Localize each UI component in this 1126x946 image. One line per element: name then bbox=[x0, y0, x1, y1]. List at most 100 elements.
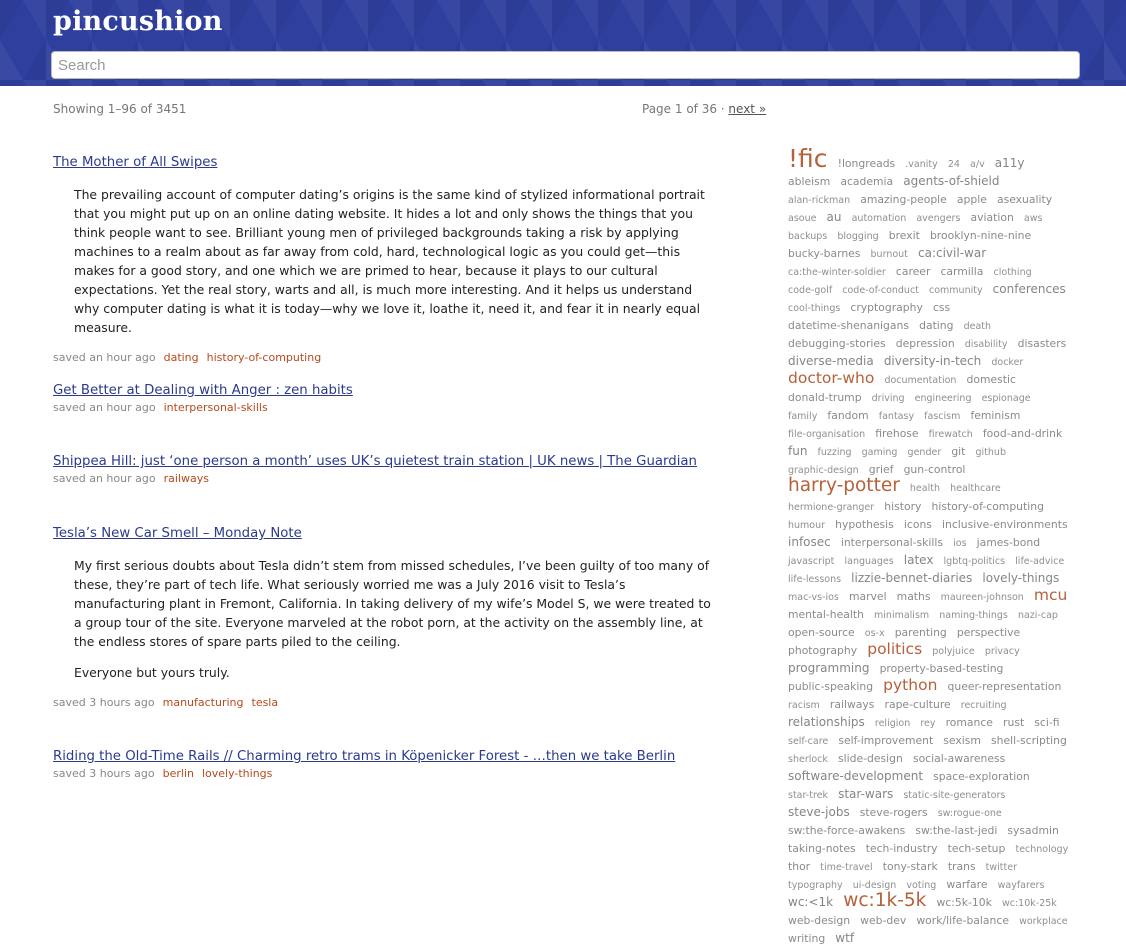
tag-link[interactable]: dating bbox=[164, 351, 199, 364]
tag-cloud-item[interactable]: fuzzing bbox=[818, 448, 852, 458]
tag-cloud-item[interactable]: slide-design bbox=[838, 753, 903, 765]
tag-cloud-item[interactable]: diverse-media bbox=[788, 355, 874, 367]
tag-cloud-item[interactable]: web-design bbox=[788, 915, 850, 927]
tag-cloud-item[interactable]: voting bbox=[906, 880, 936, 891]
tag-cloud-item[interactable]: a/v bbox=[970, 160, 985, 170]
tag-cloud-item[interactable]: datetime-shenanigans bbox=[788, 320, 909, 332]
tag-cloud-item[interactable]: lovely-things bbox=[982, 572, 1059, 584]
tag-cloud-item[interactable]: wtf bbox=[835, 932, 854, 944]
tag-cloud-item[interactable]: css bbox=[933, 302, 950, 314]
tag-cloud-item[interactable]: career bbox=[896, 266, 930, 278]
tag-cloud-item[interactable]: languages bbox=[844, 556, 893, 567]
tag-link[interactable]: railways bbox=[164, 472, 209, 485]
tag-cloud-item[interactable]: mac-vs-ios bbox=[788, 592, 839, 603]
tag-cloud-item[interactable]: death bbox=[964, 322, 991, 332]
tag-cloud-item[interactable]: backups bbox=[788, 232, 827, 242]
tag-cloud-item[interactable]: dating bbox=[919, 320, 953, 332]
tag-cloud-item[interactable]: marvel bbox=[849, 591, 887, 603]
tag-cloud-item[interactable]: hypothesis bbox=[835, 519, 894, 531]
tag-cloud-item[interactable]: brexit bbox=[889, 230, 920, 242]
tag-cloud-item[interactable]: technology bbox=[1015, 844, 1068, 855]
tag-cloud-item[interactable]: wc:5k-10k bbox=[936, 897, 991, 909]
tag-cloud-item[interactable]: warfare bbox=[946, 879, 987, 891]
tag-cloud-item[interactable]: photography bbox=[788, 645, 857, 657]
tag-cloud-item[interactable]: driving bbox=[872, 394, 905, 404]
tag-cloud-item[interactable]: sexism bbox=[943, 735, 981, 747]
tag-cloud-item[interactable]: star-trek bbox=[788, 790, 828, 801]
tag-cloud-item[interactable]: doctor-who bbox=[788, 370, 874, 387]
tag-cloud-item[interactable]: time-travel bbox=[820, 862, 872, 873]
tag-cloud-item[interactable]: icons bbox=[904, 519, 932, 531]
bookmark-title-link[interactable]: Tesla’s New Car Smell – Monday Note bbox=[53, 526, 713, 541]
tag-cloud-item[interactable]: asexuality bbox=[997, 194, 1052, 206]
tag-cloud-item[interactable]: os-x bbox=[865, 628, 885, 639]
tag-cloud-item[interactable]: fandom bbox=[827, 410, 868, 422]
tag-link[interactable]: tesla bbox=[252, 696, 279, 709]
tag-cloud-item[interactable]: social-awareness bbox=[913, 753, 1005, 765]
tag-cloud-item[interactable]: alan-rickman bbox=[788, 196, 850, 206]
tag-link[interactable]: interpersonal-skills bbox=[164, 401, 268, 414]
tag-cloud-item[interactable]: rey bbox=[920, 718, 935, 729]
tag-cloud-item[interactable]: wc:1k-5k bbox=[843, 891, 926, 911]
tag-cloud-item[interactable]: aws bbox=[1024, 214, 1043, 224]
tag-cloud-item[interactable]: religion bbox=[875, 718, 910, 729]
tag-cloud-item[interactable]: fascism bbox=[924, 412, 960, 422]
tag-cloud-item[interactable]: automation bbox=[852, 214, 907, 224]
tag-cloud-item[interactable]: programming bbox=[788, 662, 869, 674]
tag-cloud-item[interactable]: ableism bbox=[788, 176, 830, 188]
tag-cloud-item[interactable]: asoue bbox=[788, 214, 816, 224]
tag-cloud-item[interactable]: clothing bbox=[994, 268, 1032, 278]
tag-cloud-item[interactable]: ios bbox=[953, 538, 966, 549]
tag-cloud-item[interactable]: firewatch bbox=[929, 430, 973, 440]
tag-cloud-item[interactable]: wc:<1k bbox=[788, 896, 833, 908]
tag-cloud-item[interactable]: sysadmin bbox=[1007, 825, 1058, 837]
tag-cloud-item[interactable]: domestic bbox=[967, 374, 1016, 386]
tag-cloud-item[interactable]: au bbox=[827, 211, 842, 223]
tag-cloud-item[interactable]: hermione-granger bbox=[788, 502, 874, 513]
tag-cloud-item[interactable]: donald-trump bbox=[788, 392, 862, 404]
tag-cloud-item[interactable]: javascript bbox=[788, 556, 834, 567]
tag-cloud-item[interactable]: politics bbox=[867, 641, 922, 658]
bookmark-title-link[interactable]: Get Better at Dealing with Anger : zen h… bbox=[53, 383, 713, 398]
tag-cloud-item[interactable]: carmilla bbox=[940, 266, 983, 278]
tag-cloud-item[interactable]: depression bbox=[896, 338, 955, 350]
tag-cloud-item[interactable]: tech-industry bbox=[866, 843, 938, 855]
tag-cloud-item[interactable]: rust bbox=[1003, 717, 1024, 729]
bookmark-title-link[interactable]: The Mother of All Swipes bbox=[53, 155, 713, 170]
tag-cloud-item[interactable]: maureen-johnson bbox=[941, 592, 1024, 603]
tag-cloud-item[interactable]: fun bbox=[788, 445, 807, 457]
tag-cloud-item[interactable]: james-bond bbox=[977, 537, 1040, 549]
tag-cloud-item[interactable]: food-and-drink bbox=[983, 428, 1062, 440]
tag-cloud-item[interactable]: harry-potter bbox=[788, 476, 900, 496]
tag-link[interactable]: berlin bbox=[163, 767, 194, 780]
tag-cloud-item[interactable]: debugging-stories bbox=[788, 338, 886, 350]
tag-cloud-item[interactable]: railways bbox=[830, 699, 875, 711]
site-logo[interactable]: pincushion bbox=[53, 6, 223, 37]
tag-cloud-item[interactable]: trans bbox=[948, 861, 976, 873]
tag-cloud-item[interactable]: workplace bbox=[1019, 917, 1068, 927]
tag-cloud-item[interactable]: static-site-generators bbox=[903, 790, 1005, 801]
tag-cloud-item[interactable]: space-exploration bbox=[933, 771, 1030, 783]
tag-cloud-item[interactable]: cool-things bbox=[788, 304, 840, 314]
tag-cloud-item[interactable]: conferences bbox=[993, 283, 1066, 295]
tag-cloud-item[interactable]: sci-fi bbox=[1034, 717, 1059, 729]
tag-cloud-item[interactable]: taking-notes bbox=[788, 843, 856, 855]
tag-cloud-item[interactable]: wayfarers bbox=[998, 880, 1045, 891]
tag-cloud-item[interactable]: steve-rogers bbox=[860, 807, 928, 819]
tag-cloud-item[interactable]: tech-setup bbox=[948, 843, 1006, 855]
search-input[interactable] bbox=[51, 51, 1080, 79]
tag-cloud-item[interactable]: ca:civil-war bbox=[918, 247, 986, 259]
tag-cloud-item[interactable]: academia bbox=[840, 176, 893, 188]
tag-cloud-item[interactable]: a11y bbox=[995, 157, 1025, 169]
tag-cloud-item[interactable]: brooklyn-nine-nine bbox=[930, 230, 1031, 242]
tag-cloud-item[interactable]: amazing-people bbox=[860, 194, 947, 206]
tag-cloud-item[interactable]: maths bbox=[897, 591, 931, 603]
tag-cloud-item[interactable]: espionage bbox=[982, 394, 1031, 404]
tag-cloud-item[interactable]: recruiting bbox=[961, 700, 1007, 711]
tag-cloud-item[interactable]: bucky-barnes bbox=[788, 248, 860, 260]
tag-cloud-item[interactable]: history bbox=[884, 501, 921, 513]
tag-cloud-item[interactable]: documentation bbox=[884, 376, 956, 386]
tag-cloud-item[interactable]: privacy bbox=[985, 646, 1020, 657]
tag-cloud-item[interactable]: work/life-balance bbox=[916, 915, 1009, 927]
tag-cloud-item[interactable]: health bbox=[910, 484, 940, 494]
